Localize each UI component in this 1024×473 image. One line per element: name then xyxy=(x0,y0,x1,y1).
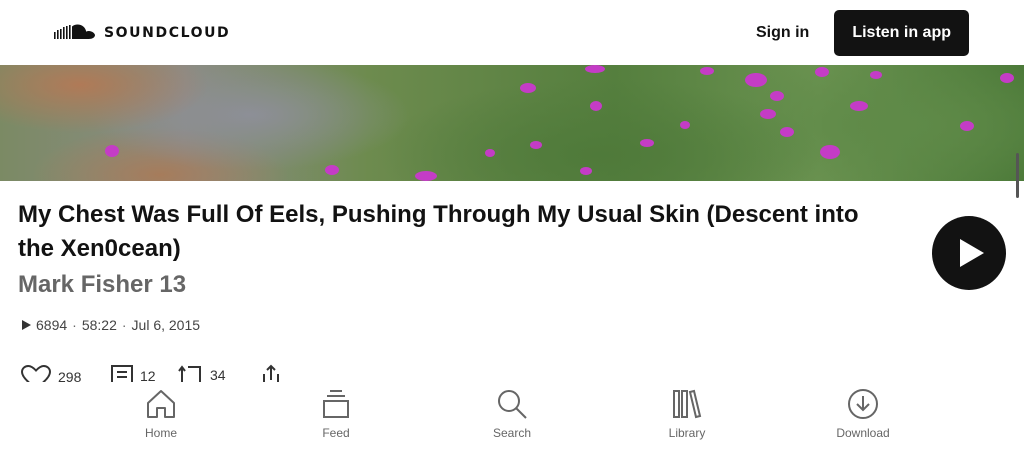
repost-icon xyxy=(178,365,201,382)
share-button[interactable] xyxy=(260,364,282,382)
play-count-icon xyxy=(22,320,31,330)
soundcloud-cloud-icon xyxy=(54,24,95,39)
nav-library[interactable]: Library xyxy=(642,388,732,440)
play-button[interactable] xyxy=(932,216,1006,290)
track-title: My Chest Was Full Of Eels, Pushing Throu… xyxy=(18,201,859,262)
library-icon xyxy=(673,389,702,419)
nav-home[interactable]: Home xyxy=(116,388,206,440)
nav-download-label: Download xyxy=(836,426,890,440)
like-count: 298 xyxy=(58,369,82,382)
comment-button[interactable]: 12 xyxy=(110,364,156,382)
repost-count: 34 xyxy=(210,367,226,382)
listen-in-app-button[interactable]: Listen in app xyxy=(834,9,969,56)
comment-icon xyxy=(111,365,133,382)
track-meta: 6894 · 58:22 · Jul 6, 2015 xyxy=(22,317,200,333)
soundcloud-logo[interactable]: SOUNDCLOUD xyxy=(54,24,230,42)
sign-in-link[interactable]: Sign in xyxy=(756,24,809,42)
header-actions: Sign in Listen in app xyxy=(756,9,969,56)
track-artwork-banner xyxy=(0,65,1024,181)
bottom-navigation: Home Feed Search Library Download xyxy=(0,382,1024,473)
comment-count: 12 xyxy=(140,368,156,382)
top-header: SOUNDCLOUD Sign in Listen in app xyxy=(0,0,1024,65)
artist-name-link[interactable]: Mark Fisher 13 xyxy=(18,271,186,299)
feed-icon xyxy=(323,390,349,418)
nav-home-label: Home xyxy=(144,426,177,440)
track-stats: 298 12 34 xyxy=(20,362,320,382)
share-icon xyxy=(263,364,279,382)
nav-library-label: Library xyxy=(668,426,706,440)
repost-button[interactable]: 34 xyxy=(178,364,226,382)
logo-text: SOUNDCLOUD xyxy=(104,24,231,41)
upload-date: Jul 6, 2015 xyxy=(131,317,201,333)
heart-icon xyxy=(20,364,52,382)
track-duration: 58:22 xyxy=(81,317,117,333)
play-count: 6894 xyxy=(36,317,68,333)
nav-feed-label: Feed xyxy=(322,426,350,440)
play-icon xyxy=(960,239,984,267)
nav-feed[interactable]: Feed xyxy=(291,388,381,440)
nav-search[interactable]: Search xyxy=(467,388,557,440)
search-icon xyxy=(498,390,527,419)
like-button[interactable]: 298 xyxy=(20,364,81,382)
download-icon xyxy=(848,389,878,419)
meta-separator: · xyxy=(72,317,77,333)
nav-search-label: Search xyxy=(492,426,532,440)
nav-download[interactable]: Download xyxy=(818,388,908,440)
home-icon xyxy=(147,390,175,418)
meta-separator: · xyxy=(121,317,127,333)
page-scrollbar[interactable] xyxy=(1016,153,1019,198)
